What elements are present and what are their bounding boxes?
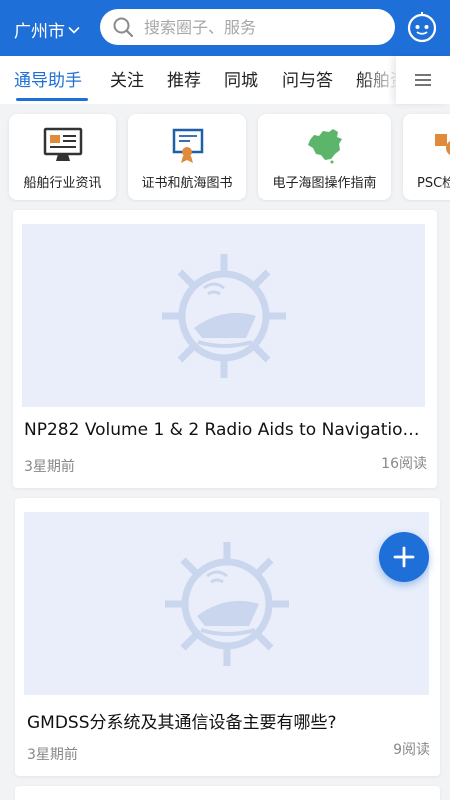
- city-label: 广州市: [14, 22, 65, 42]
- ship-wheel-logo-icon: [161, 253, 286, 378]
- tab-follow[interactable]: 关注: [110, 66, 144, 91]
- tab-recommend[interactable]: 推荐: [167, 66, 201, 91]
- tab-menu-button[interactable]: [396, 56, 450, 104]
- shortcut-psc[interactable]: PSC检: [403, 114, 450, 200]
- city-selector[interactable]: 广州市: [14, 17, 81, 42]
- shortcut-enc-guide[interactable]: 电子海图操作指南: [258, 114, 391, 200]
- ship-wheel-logo-icon: [164, 541, 289, 666]
- search-icon: [113, 17, 134, 38]
- shortcut-label: 船舶行业资讯: [23, 176, 102, 191]
- tab-list: 通导助手 关注 推荐 同城 问与答 船舶资: [0, 56, 400, 104]
- tab-same-city[interactable]: 同城: [224, 66, 258, 91]
- tab-bar: 通导助手 关注 推荐 同城 问与答 船舶资: [0, 56, 450, 104]
- psc-icon: [435, 134, 450, 155]
- shortcut-label: 证书和航海图书: [141, 176, 233, 191]
- article-card[interactable]: [15, 786, 440, 800]
- article-time: 3星期前: [27, 747, 78, 763]
- active-tab-indicator: [16, 98, 88, 101]
- article-image-placeholder: [24, 512, 429, 695]
- article-read-count: 16阅读: [381, 456, 427, 472]
- certificate-icon: [172, 128, 204, 163]
- search-bar[interactable]: [100, 9, 395, 45]
- chevron-down-icon: [68, 26, 80, 34]
- article-title: GMDSS分系统及其通信设备主要有哪些?: [27, 713, 337, 733]
- article-image-placeholder: [22, 224, 425, 407]
- shortcut-label: PSC检: [417, 176, 450, 191]
- service-shortcuts: 船舶行业资讯 证书和航海图书 电子海图操作指南 PSC检: [0, 110, 450, 202]
- china-map-icon: [307, 129, 342, 164]
- shortcut-ship-news[interactable]: 船舶行业资讯: [9, 114, 116, 200]
- menu-icon: [415, 74, 431, 86]
- top-bar: 广州市: [0, 0, 450, 56]
- shortcut-label: 电子海图操作指南: [272, 176, 377, 191]
- monitor-news-icon: [43, 127, 82, 161]
- plus-icon: [393, 546, 415, 568]
- article-read-count: 9阅读: [393, 742, 430, 758]
- article-time: 3星期前: [24, 459, 75, 475]
- tab-qa[interactable]: 问与答: [282, 66, 333, 91]
- search-input[interactable]: [144, 17, 374, 37]
- article-card[interactable]: GMDSS分系统及其通信设备主要有哪些? 3星期前 9阅读: [15, 498, 440, 776]
- robot-assistant-icon[interactable]: [405, 10, 439, 44]
- article-title: NP282 Volume 1 & 2 Radio Aids to Navigat…: [24, 420, 430, 440]
- add-post-button[interactable]: [379, 532, 429, 582]
- article-card[interactable]: NP282 Volume 1 & 2 Radio Aids to Navigat…: [13, 210, 437, 488]
- tab-ship-info[interactable]: 船舶资: [356, 66, 400, 91]
- shortcut-certificates-books[interactable]: 证书和航海图书: [128, 114, 246, 200]
- tab-tongdao-assistant[interactable]: 通导助手: [14, 66, 82, 91]
